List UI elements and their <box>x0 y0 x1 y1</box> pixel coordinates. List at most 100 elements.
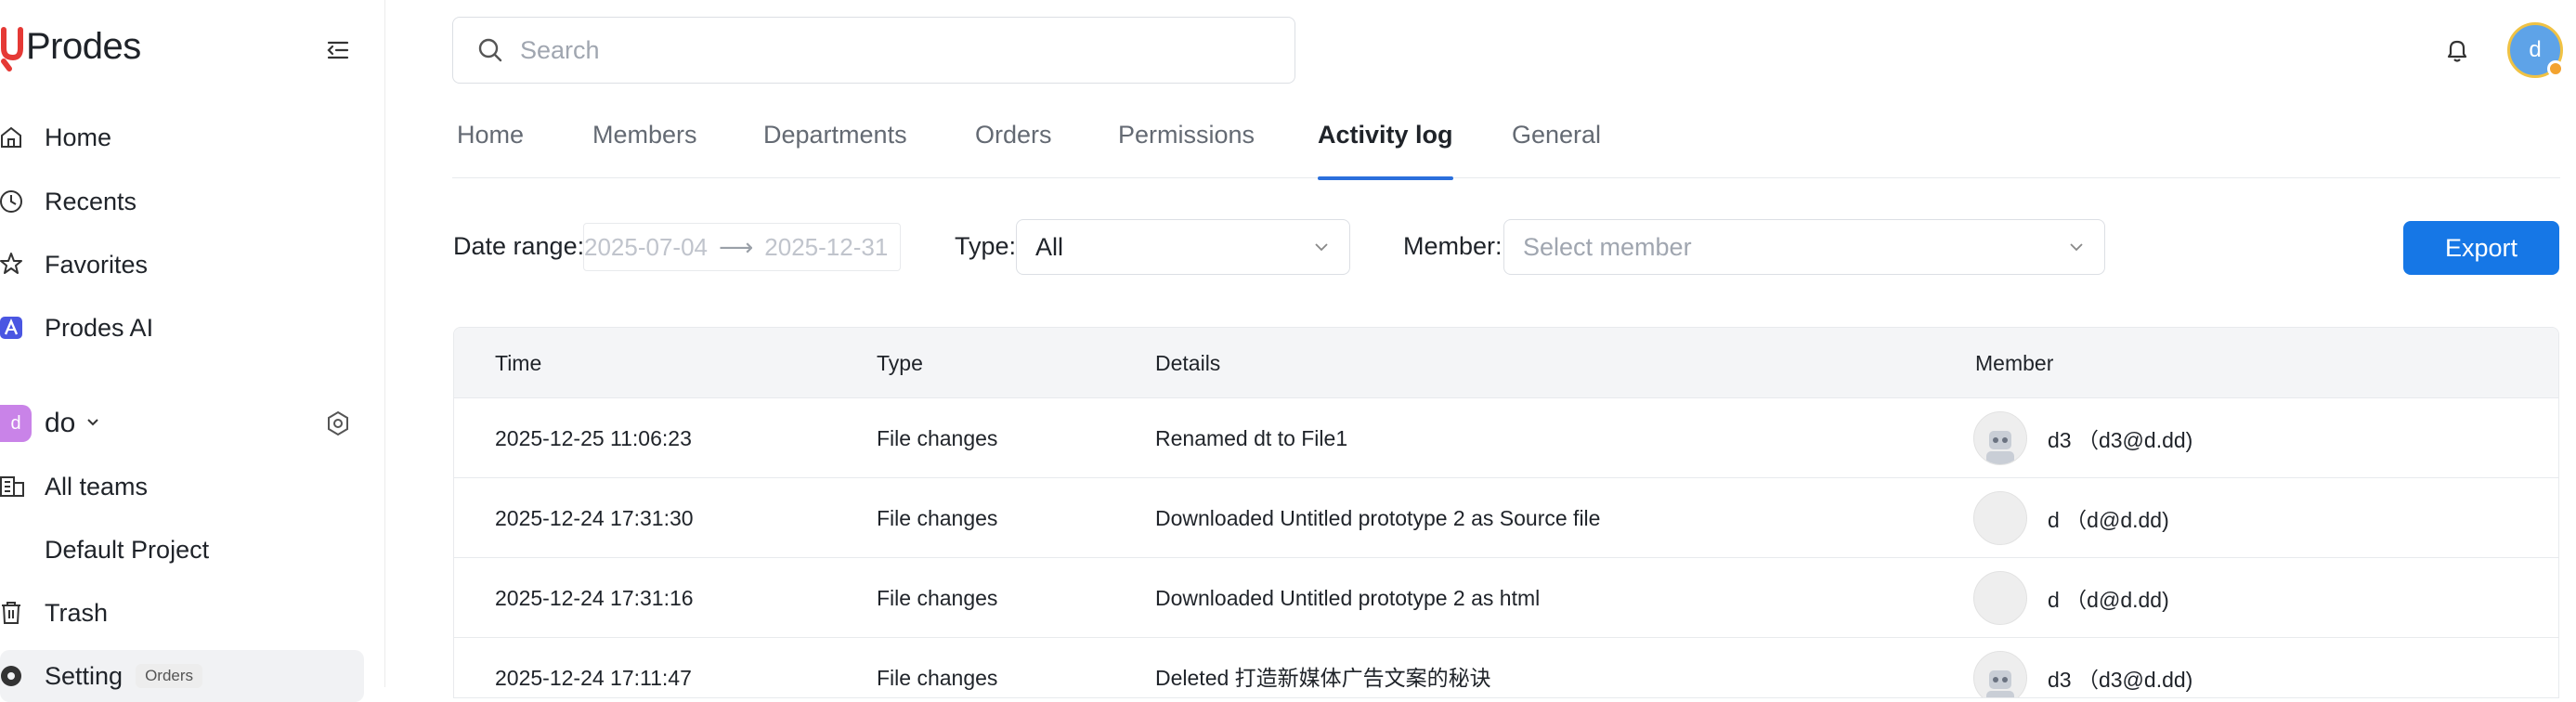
sidebar-item-setting[interactable]: Setting Orders <box>0 650 364 702</box>
collapse-icon <box>327 41 349 59</box>
tab-orders[interactable]: Orders <box>975 121 1052 178</box>
cell-details: Downloaded Untitled prototype 2 as Sourc… <box>1155 506 1601 530</box>
search-box[interactable] <box>452 17 1295 84</box>
tab-home[interactable]: Home <box>457 121 524 178</box>
notifications-button[interactable] <box>2437 30 2478 71</box>
cell-details: Deleted 打造新媒体广告文案的秘诀 <box>1155 666 1491 690</box>
sidebar-item-all-teams[interactable]: All teams <box>0 461 364 513</box>
type-select[interactable]: All <box>1016 219 1350 275</box>
chevron-down-icon <box>85 413 101 435</box>
tab-members[interactable]: Members <box>592 121 697 178</box>
sidebar-item-label: All teams <box>45 472 149 500</box>
sidebar-item-favorites[interactable]: Favorites <box>0 239 364 291</box>
prodes-logo-icon <box>0 20 26 72</box>
search-icon <box>478 38 502 62</box>
date-start[interactable]: 2025-07-04 <box>584 233 708 262</box>
cell-member: d3 （d3@d.dd) <box>1973 398 2192 478</box>
team-settings-button[interactable] <box>319 405 357 442</box>
tab-general[interactable]: General <box>1512 121 1601 178</box>
cell-member: d （d@d.dd) <box>1973 478 2169 558</box>
trash-icon <box>0 599 28 627</box>
cell-time: 2025-12-24 17:11:47 <box>495 666 692 690</box>
user-initial: d <box>2529 37 2542 62</box>
sidebar-item-prodes-ai[interactable]: Prodes AI <box>0 302 364 354</box>
clock-icon <box>0 188 28 215</box>
column-header-member[interactable]: Member <box>1975 328 2053 398</box>
tab-departments[interactable]: Departments <box>763 121 907 178</box>
search-input[interactable] <box>518 34 1261 66</box>
table-row[interactable]: 2025-12-24 17:31:16 File changes Downloa… <box>454 558 2558 638</box>
collapse-sidebar-button[interactable] <box>319 32 357 69</box>
cell-time: 2025-12-25 11:06:23 <box>495 426 692 450</box>
member-name: d （d@d.dd) <box>2048 588 2169 612</box>
cell-type: File changes <box>877 666 998 690</box>
member-select[interactable]: Select member <box>1503 219 2105 275</box>
table-row[interactable]: 2025-12-24 17:11:47 File changes Deleted… <box>454 638 2558 697</box>
column-header-type[interactable]: Type <box>877 328 923 398</box>
ai-icon <box>0 314 28 342</box>
sidebar-item-label: Prodes AI <box>45 313 154 342</box>
member-name: d3 （d3@d.dd) <box>2048 668 2193 692</box>
bell-icon <box>2447 40 2467 62</box>
team-name: do <box>45 408 76 438</box>
sidebar-item-trash[interactable]: Trash <box>0 587 364 639</box>
date-end[interactable]: 2025-12-31 <box>764 233 888 262</box>
tab-activity-log[interactable]: Activity log <box>1318 121 1453 180</box>
member-name: d3 （d3@d.dd) <box>2048 428 2193 452</box>
cell-member: d3 （d3@d.dd) <box>1973 638 2193 697</box>
column-header-time[interactable]: Time <box>495 328 541 398</box>
cell-type: File changes <box>877 586 998 610</box>
chevron-down-icon <box>2070 243 2083 252</box>
date-range-picker[interactable]: 2025-07-04 ⟶ 2025-12-31 <box>583 223 901 271</box>
table-header: Time Type Details Member <box>454 328 2558 398</box>
export-button[interactable]: Export <box>2403 221 2559 275</box>
column-header-details[interactable]: Details <box>1155 328 1220 398</box>
member-name: d （d@d.dd) <box>2048 508 2169 532</box>
cell-time: 2025-12-24 17:31:16 <box>495 586 694 610</box>
orders-badge: Orders <box>136 664 203 688</box>
home-icon <box>0 124 28 151</box>
status-dot <box>2547 60 2564 77</box>
sidebar-item-home[interactable]: Home <box>0 111 364 163</box>
sidebar-item-label: Home <box>45 123 112 151</box>
avatar <box>1973 491 2027 545</box>
activity-table: Time Type Details Member 2025-12-25 11:0… <box>453 327 2559 698</box>
user-avatar[interactable]: d <box>2507 22 2564 78</box>
cell-type: File changes <box>877 426 998 450</box>
member-label: Member: <box>1403 232 1503 260</box>
avatar <box>1973 571 2027 625</box>
date-range-label: Date range: <box>453 232 585 260</box>
sidebar-item-label: Setting <box>45 661 124 690</box>
cell-time: 2025-12-24 17:31:30 <box>495 506 694 530</box>
type-value: All <box>1035 232 1064 261</box>
brand-name: Prodes <box>26 25 141 67</box>
cell-member: d （d@d.dd) <box>1973 558 2169 638</box>
sidebar: Prodes Home Recents Favorites Prodes AI … <box>0 0 385 702</box>
arrow-right-icon: ⟶ <box>719 232 754 261</box>
sidebar-item-label: Default Project <box>45 535 210 564</box>
teams-icon <box>0 473 28 500</box>
sidebar-item-label: Favorites <box>45 250 149 279</box>
sidebar-item-label: Recents <box>45 187 137 215</box>
table-row[interactable]: 2025-12-24 17:31:30 File changes Downloa… <box>454 478 2558 558</box>
cell-details: Renamed dt to File1 <box>1155 426 1348 450</box>
sidebar-item-default-project[interactable]: Default Project <box>0 524 364 576</box>
table-row[interactable]: 2025-12-25 11:06:23 File changes Renamed… <box>454 398 2558 478</box>
type-label: Type: <box>955 232 1017 260</box>
chevron-down-icon <box>1315 243 1328 252</box>
robot-avatar-icon <box>1973 411 2027 465</box>
robot-avatar-icon <box>1973 651 2027 697</box>
team-switcher[interactable]: d do <box>0 397 364 449</box>
settings-tabs: Home Members Departments Orders Permissi… <box>452 121 2560 180</box>
cell-details: Downloaded Untitled prototype 2 as html <box>1155 586 1541 610</box>
sidebar-item-label: Trash <box>45 598 109 627</box>
member-placeholder: Select member <box>1523 232 1692 261</box>
gear-icon <box>328 410 348 436</box>
cell-type: File changes <box>877 506 998 530</box>
sidebar-item-recents[interactable]: Recents <box>0 176 364 228</box>
team-avatar: d <box>0 405 32 442</box>
tab-permissions[interactable]: Permissions <box>1118 121 1255 178</box>
star-icon <box>0 251 28 279</box>
logo[interactable]: Prodes <box>0 20 141 72</box>
settings-icon <box>0 662 28 690</box>
